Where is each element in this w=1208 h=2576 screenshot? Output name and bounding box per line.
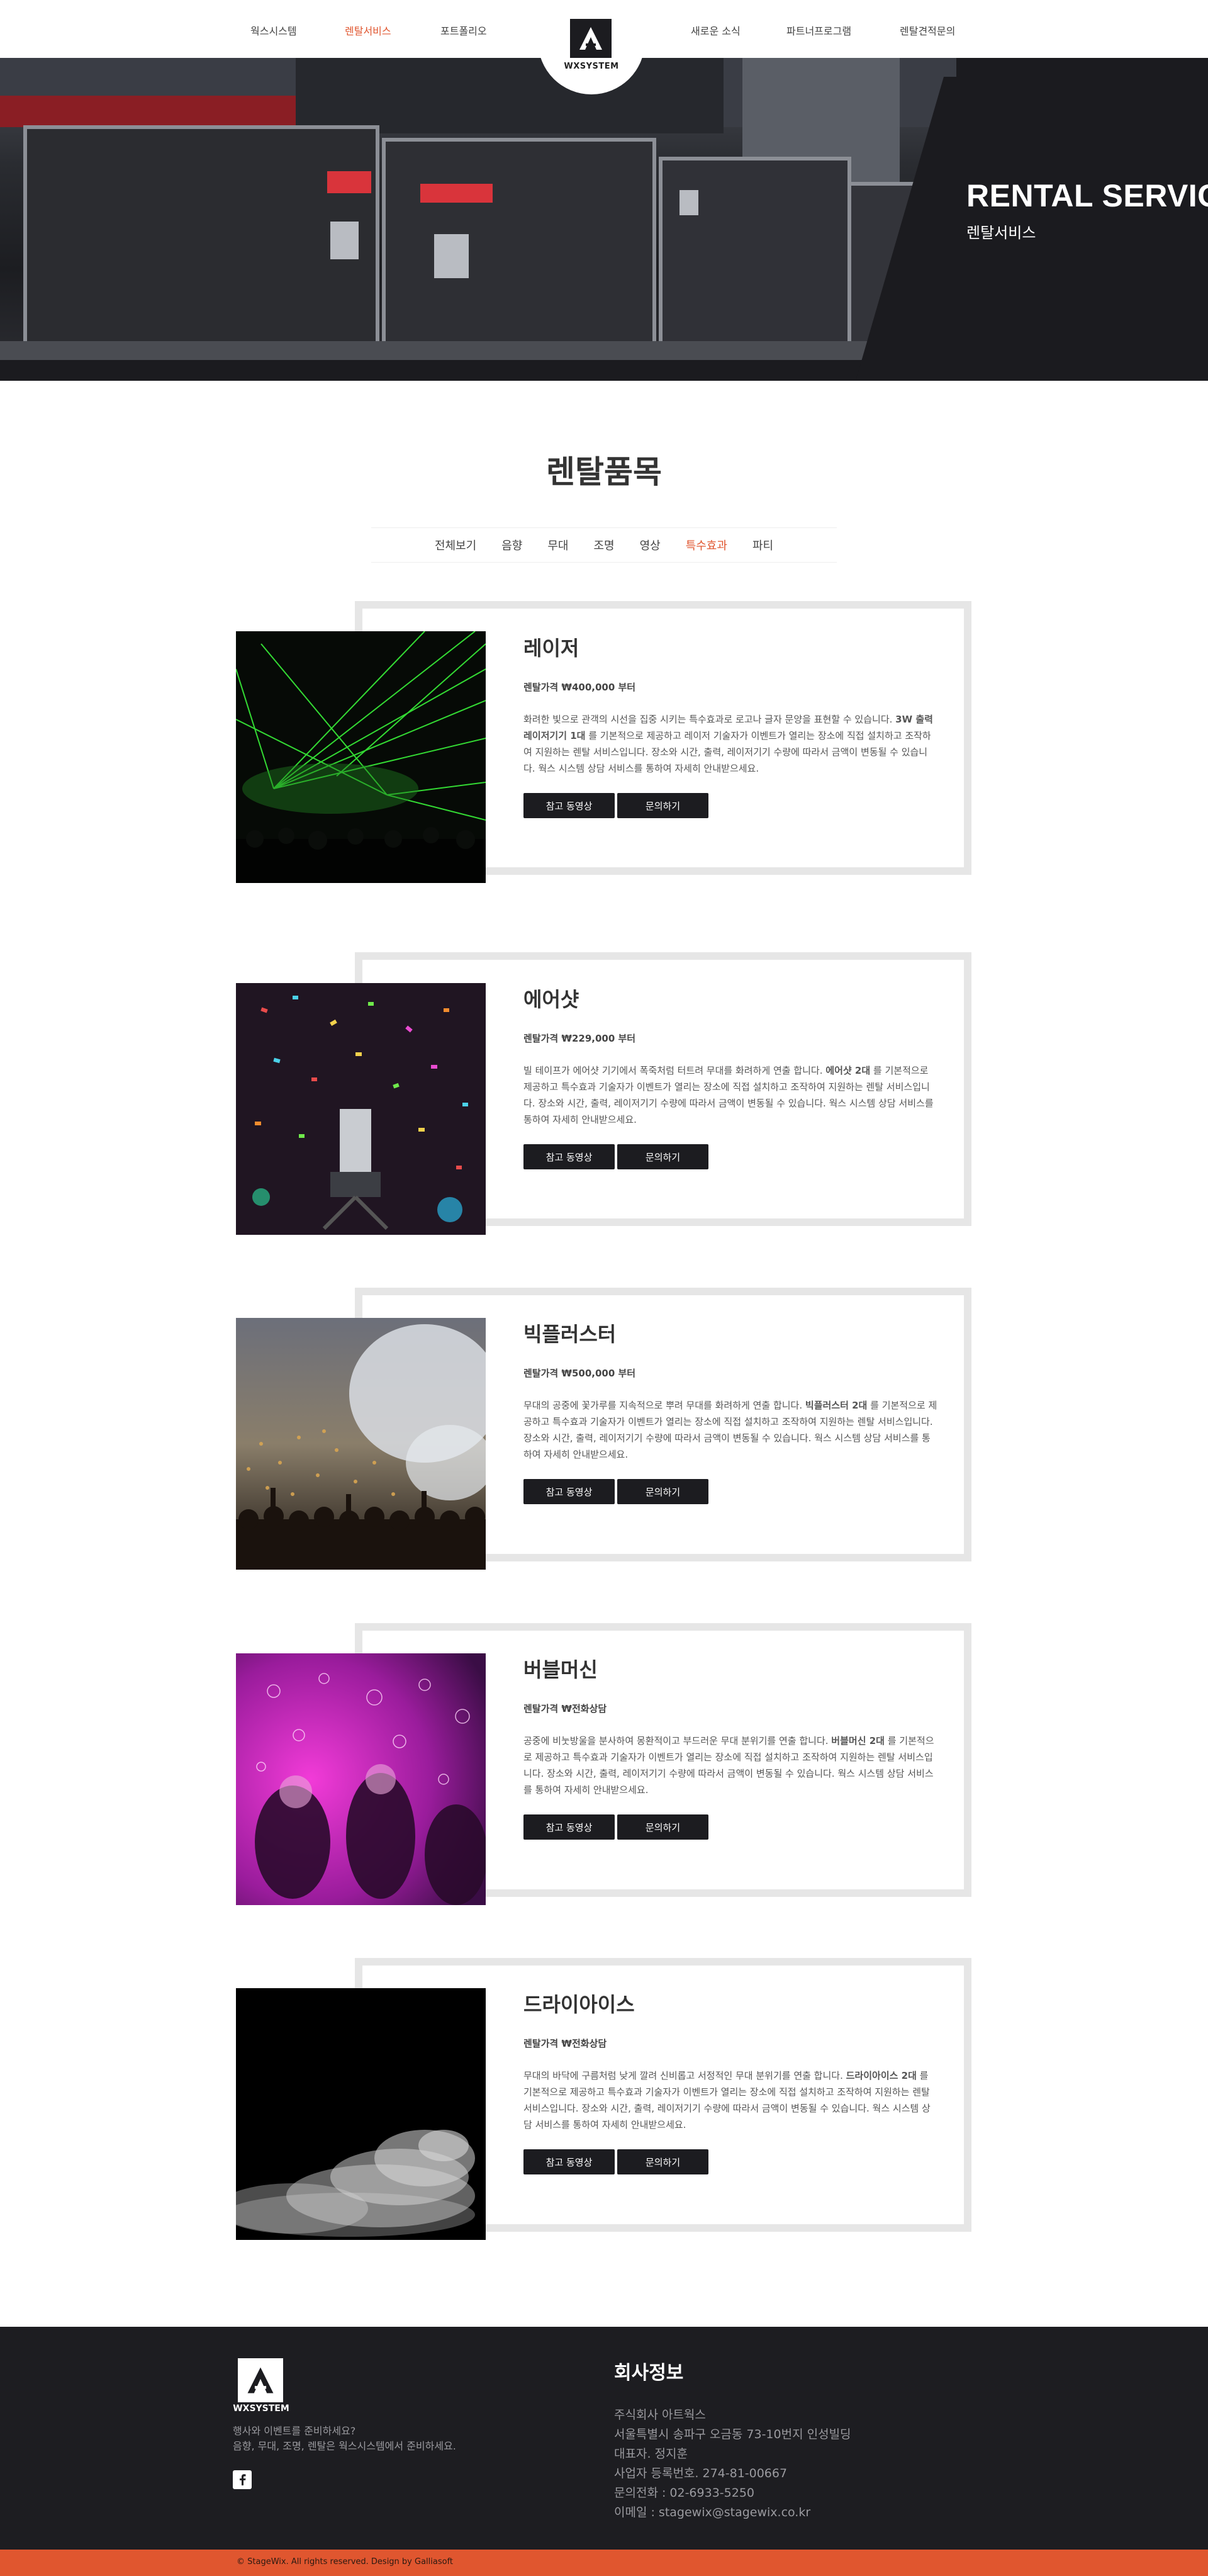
inquiry-button[interactable]: 문의하기	[617, 1814, 708, 1840]
product-body-laser: 레이저 렌탈가격 ₩400,000 부터 화려한 빛으로 관객의 시선을 집중 …	[523, 633, 939, 818]
company-info: 주식회사 아트웍스 서울특별시 송파구 오금동 73-10번지 인성빌딩 대표자…	[614, 2405, 851, 2523]
product-title: 에어샷	[523, 987, 579, 1011]
reference-video-button[interactable]: 참고 동영상	[523, 1479, 615, 1504]
company-info-heading: 회사정보	[614, 2362, 684, 2384]
company-email: 이메일 : stagewix@stagewix.co.kr	[614, 2506, 811, 2519]
footer-logo-icon[interactable]	[238, 2358, 283, 2402]
inquiry-button[interactable]: 문의하기	[617, 1144, 708, 1169]
nav-rental-quote[interactable]: 렌탈견적문의	[900, 23, 955, 38]
product-image-big-blaster	[236, 1318, 486, 1570]
tab-party[interactable]: 파티	[752, 537, 773, 553]
product-description: 무대의 바닥에 구름처럼 낮게 깔려 신비롭고 서정적인 무대 분위기를 연출 …	[523, 2070, 931, 2130]
nav-partner-program[interactable]: 파트너프로그램	[786, 23, 851, 38]
product-image-dry-ice	[236, 1988, 486, 2240]
facebook-icon[interactable]	[233, 2470, 252, 2489]
product-price: 렌탈가격 ₩전화상담	[523, 1703, 607, 1714]
nav-wxsystem[interactable]: 웍스시스템	[250, 23, 297, 38]
product-description: 빌 테이프가 에어샷 기기에서 폭죽처럼 터트려 무대를 화려하게 연출 합니다…	[523, 1065, 934, 1125]
product-price: 렌탈가격 ₩전화상담	[523, 2038, 607, 2049]
product-body-big-blaster: 빅플러스터 렌탈가격 ₩500,000 부터 무대의 공중에 꽃가루를 지속적으…	[523, 1319, 939, 1504]
company-name: 주식회사 아트웍스	[614, 2408, 706, 2422]
product-body-bubble-machine: 버블머신 렌탈가격 ₩전화상담 공중에 비눗방울을 분사하여 몽환적이고 부드러…	[523, 1654, 939, 1840]
footer-tagline: 행사와 이벤트를 준비하세요? 음향, 무대, 조명, 렌탈은 웍스시스템에서 …	[233, 2425, 456, 2452]
product-title: 빅플러스터	[523, 1322, 617, 1346]
reference-video-button[interactable]: 참고 동영상	[523, 2149, 615, 2174]
copyright-text: © StageWix. All rights reserved. Design …	[237, 2557, 454, 2567]
company-ceo: 대표자. 정지훈	[614, 2447, 688, 2461]
inquiry-button[interactable]: 문의하기	[617, 2149, 708, 2174]
tab-all[interactable]: 전체보기	[435, 537, 476, 553]
company-phone: 문의전화 : 02-6933-5250	[614, 2486, 754, 2500]
hero-subtitle: 렌탈서비스	[966, 224, 1036, 242]
logo-text: WXSYSTEM	[564, 62, 619, 71]
inquiry-button[interactable]: 문의하기	[617, 793, 708, 818]
product-image-airshot	[236, 983, 486, 1235]
hero-banner: RENTAL SERVICE 렌탈서비스	[0, 58, 1208, 381]
tab-special-effects[interactable]: 특수효과	[686, 537, 727, 553]
product-image-laser	[236, 631, 486, 883]
reference-video-button[interactable]: 참고 동영상	[523, 1814, 615, 1840]
nav-news[interactable]: 새로운 소식	[691, 23, 741, 38]
company-business-number: 사업자 등록번호. 274-81-00667	[614, 2466, 788, 2480]
hero-flight-cases-photo	[0, 58, 958, 360]
product-price: 렌탈가격 ₩500,000 부터	[523, 1368, 636, 1379]
product-body-dry-ice: 드라이아이스 렌탈가격 ₩전화상담 무대의 바닥에 구름처럼 낮게 깔려 신비롭…	[523, 1989, 939, 2174]
reference-video-button[interactable]: 참고 동영상	[523, 1144, 615, 1169]
company-address: 서울특별시 송파구 오금동 73-10번지 인성빌딩	[614, 2427, 851, 2441]
product-description: 무대의 공중에 꽃가루를 지속적으로 뿌려 무대를 화려하게 연출 합니다. 빅…	[523, 1400, 937, 1460]
product-body-airshot: 에어샷 렌탈가격 ₩229,000 부터 빌 테이프가 에어샷 기기에서 폭죽처…	[523, 984, 939, 1169]
hero-title: RENTAL SERVICE	[966, 178, 1208, 213]
tab-stage[interactable]: 무대	[547, 537, 568, 553]
tab-lighting[interactable]: 조명	[593, 537, 614, 553]
tab-video[interactable]: 영상	[640, 537, 661, 553]
product-image-bubble-machine	[236, 1653, 486, 1905]
product-price: 렌탈가격 ₩400,000 부터	[523, 682, 636, 693]
tab-sound[interactable]: 음향	[501, 537, 522, 553]
nav-portfolio[interactable]: 포트폴리오	[440, 23, 487, 38]
inquiry-button[interactable]: 문의하기	[617, 1479, 708, 1504]
logo-mark-icon	[570, 19, 612, 58]
product-price: 렌탈가격 ₩229,000 부터	[523, 1033, 636, 1044]
footer-logo-text: WXSYSTEM	[233, 2404, 289, 2414]
category-tabs: 전체보기 음향 무대 조명 영상 특수효과 파티	[371, 527, 837, 563]
site-footer: WXSYSTEM 행사와 이벤트를 준비하세요? 음향, 무대, 조명, 렌탈은…	[0, 2327, 1208, 2550]
section-title: 렌탈품목	[546, 454, 662, 490]
product-title: 레이저	[523, 636, 579, 660]
copyright-bar: © StageWix. All rights reserved. Design …	[0, 2550, 1208, 2576]
product-description: 화려한 빛으로 관객의 시선을 집중 시키는 특수효과로 로고나 글자 문양을 …	[523, 714, 933, 774]
nav-rental-service[interactable]: 렌탈서비스	[345, 23, 391, 38]
product-title: 버블머신	[523, 1658, 598, 1682]
product-description: 공중에 비눗방울을 분사하여 몽환적이고 부드러운 무대 분위기를 연출 합니다…	[523, 1735, 934, 1796]
reference-video-button[interactable]: 참고 동영상	[523, 793, 615, 818]
product-title: 드라이아이스	[523, 1993, 635, 2016]
